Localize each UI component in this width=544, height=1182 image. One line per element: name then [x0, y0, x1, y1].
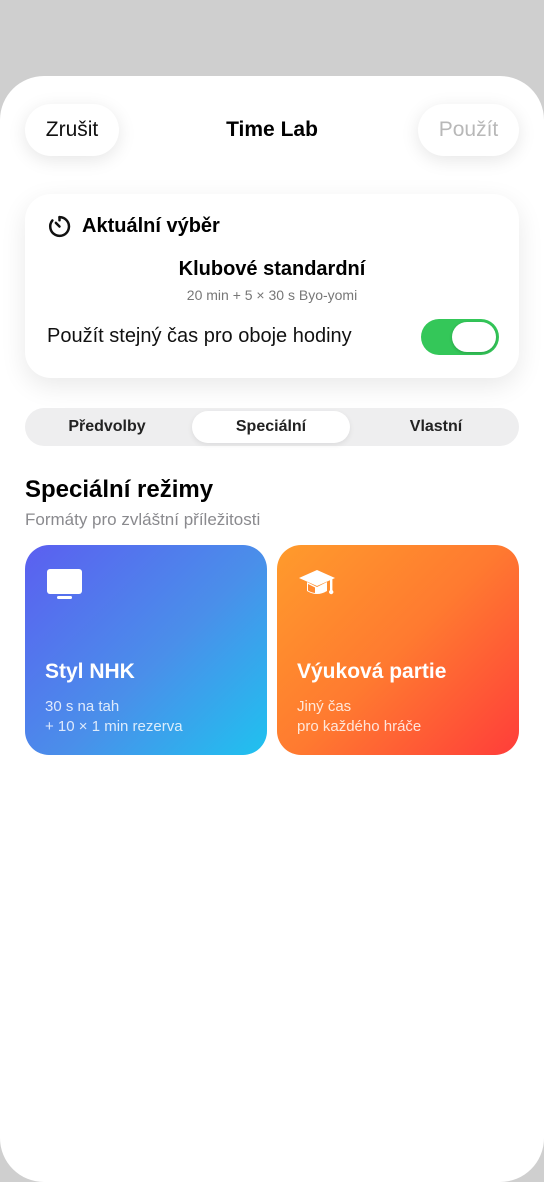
- tab-presets[interactable]: Předvolby: [28, 411, 186, 443]
- preset-name: Klubové standardní: [178, 258, 366, 280]
- mode-card-detail: 30 s na tah: [45, 698, 120, 715]
- mode-card-detail: pro každého hráče: [297, 718, 422, 735]
- current-selection-label: Aktuální výběr: [82, 215, 220, 237]
- mode-segmented-control: Předvolby Speciální Vlastní: [25, 408, 519, 446]
- timer-icon: [49, 215, 71, 238]
- same-time-label: Použít stejný čas pro oboje hodiny: [47, 324, 352, 347]
- apply-button[interactable]: Použít: [418, 104, 519, 156]
- cancel-button[interactable]: Zrušit: [25, 104, 119, 156]
- time-lab-sheet: Zrušit Time Lab Použít Aktuální výběr Kl…: [0, 76, 544, 1182]
- tab-custom[interactable]: Vlastní: [356, 411, 516, 443]
- toggle-knob: [452, 322, 496, 352]
- section-subtitle: Formáty pro zvláštní příležitosti: [25, 510, 261, 529]
- current-selection-header: Aktuální výběr: [47, 214, 220, 239]
- section-title: Speciální režimy: [25, 476, 214, 503]
- tv-icon: [47, 569, 82, 599]
- mode-card-title: Styl NHK: [45, 660, 135, 683]
- tab-special[interactable]: Speciální: [192, 411, 350, 443]
- graduation-cap-icon: [299, 570, 335, 595]
- current-selection-card: Aktuální výběr Klubové standardní 20 min…: [25, 194, 519, 378]
- mode-card-detail: Jiný čas: [297, 698, 352, 715]
- mode-card-detail: + 10 × 1 min rezerva: [45, 718, 183, 735]
- mode-card-teaching[interactable]: Výuková partie Jiný čas pro každého hráč…: [277, 545, 519, 755]
- sheet-title: Time Lab: [226, 118, 318, 141]
- same-time-toggle[interactable]: [421, 319, 499, 355]
- mode-card-title: Výuková partie: [297, 660, 447, 683]
- preset-description: 20 min + 5 × 30 s Byo-yomi: [186, 287, 358, 303]
- mode-card-nhk[interactable]: Styl NHK 30 s na tah + 10 × 1 min rezerv…: [25, 545, 267, 755]
